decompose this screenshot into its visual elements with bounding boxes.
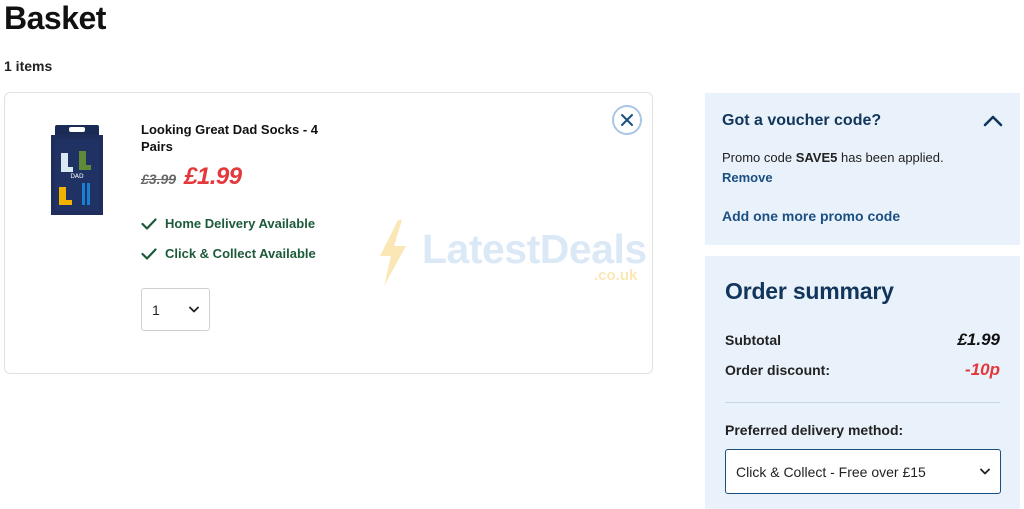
subtotal-value: £1.99	[957, 330, 1000, 349]
add-promo-code-link[interactable]: Add one more promo code	[722, 208, 900, 224]
discount-label: Order discount:	[725, 362, 831, 378]
chevron-down-icon	[189, 306, 199, 313]
promo-suffix: has been applied.	[837, 150, 944, 165]
page-title: Basket	[4, 0, 106, 36]
remove-promo-link[interactable]: Remove	[722, 170, 773, 185]
product-image[interactable]: DAD	[49, 125, 105, 215]
subtotal-row: Subtotal £1.99	[725, 330, 1000, 350]
chevron-down-icon	[980, 468, 990, 475]
voucher-toggle[interactable]	[981, 109, 1005, 133]
availability-label: Click & Collect Available	[165, 246, 316, 261]
checkmark-icon	[141, 247, 157, 260]
discount-row: Order discount: -10p	[725, 360, 1000, 380]
order-summary-title: Order summary	[725, 278, 894, 304]
click-collect-availability: Click & Collect Available	[141, 246, 316, 261]
availability-label: Home Delivery Available	[165, 216, 316, 231]
checkmark-icon	[141, 217, 157, 230]
discount-value: -10p	[965, 360, 1000, 379]
delivery-method-value: Click & Collect - Free over £15	[736, 463, 926, 480]
chevron-up-icon	[983, 115, 1003, 127]
promo-code: SAVE5	[795, 150, 838, 165]
remove-item-button[interactable]	[612, 105, 642, 135]
home-delivery-availability: Home Delivery Available	[141, 216, 315, 231]
voucher-title[interactable]: Got a voucher code?	[722, 112, 881, 130]
summary-divider	[725, 402, 1000, 403]
order-summary-panel: Order summary Subtotal £1.99 Order disco…	[705, 256, 1020, 509]
promo-prefix: Promo code	[722, 150, 796, 165]
voucher-panel: Got a voucher code? Promo code SAVE5 has…	[705, 93, 1020, 245]
subtotal-label: Subtotal	[725, 332, 781, 348]
close-icon	[621, 114, 633, 126]
old-price: £3.99	[141, 171, 177, 187]
promo-applied-message: Promo code SAVE5 has been applied.	[722, 150, 944, 165]
quantity-select[interactable]: 1	[141, 288, 210, 331]
delivery-method-select[interactable]: Click & Collect - Free over £15	[725, 449, 1001, 494]
delivery-method-label: Preferred delivery method:	[725, 422, 904, 438]
product-name[interactable]: Looking Great Dad Socks - 4 Pairs	[141, 121, 331, 155]
item-count: 1 items	[4, 58, 53, 74]
current-price: £1.99	[184, 163, 242, 190]
package-text: DAD	[70, 173, 84, 180]
basket-item-card: DAD Looking Great Dad Socks - 4 Pairs £3…	[4, 92, 653, 374]
price-row: £3.99 £1.99	[141, 163, 242, 191]
quantity-value: 1	[152, 301, 160, 318]
